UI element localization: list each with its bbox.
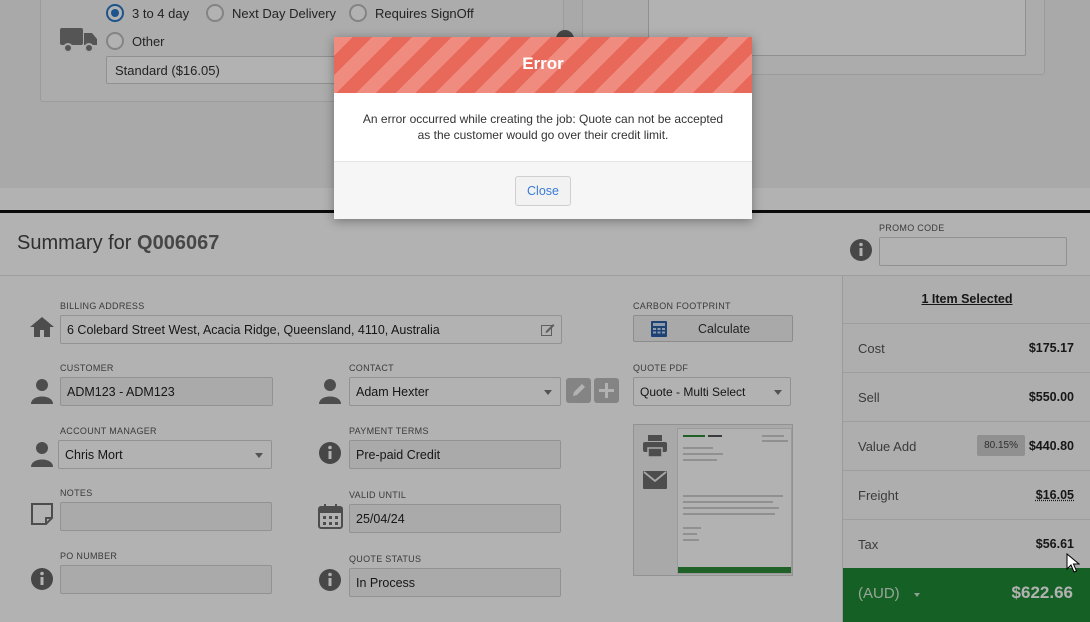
mouse-cursor-icon — [1066, 553, 1080, 573]
close-button[interactable]: Close — [515, 176, 571, 206]
error-dialog-title: Error — [334, 37, 752, 93]
error-message: An error occurred while creating the job… — [362, 112, 724, 142]
error-dialog: Error An error occurred while creating t… — [334, 37, 752, 219]
error-dialog-footer: Close — [334, 161, 752, 219]
